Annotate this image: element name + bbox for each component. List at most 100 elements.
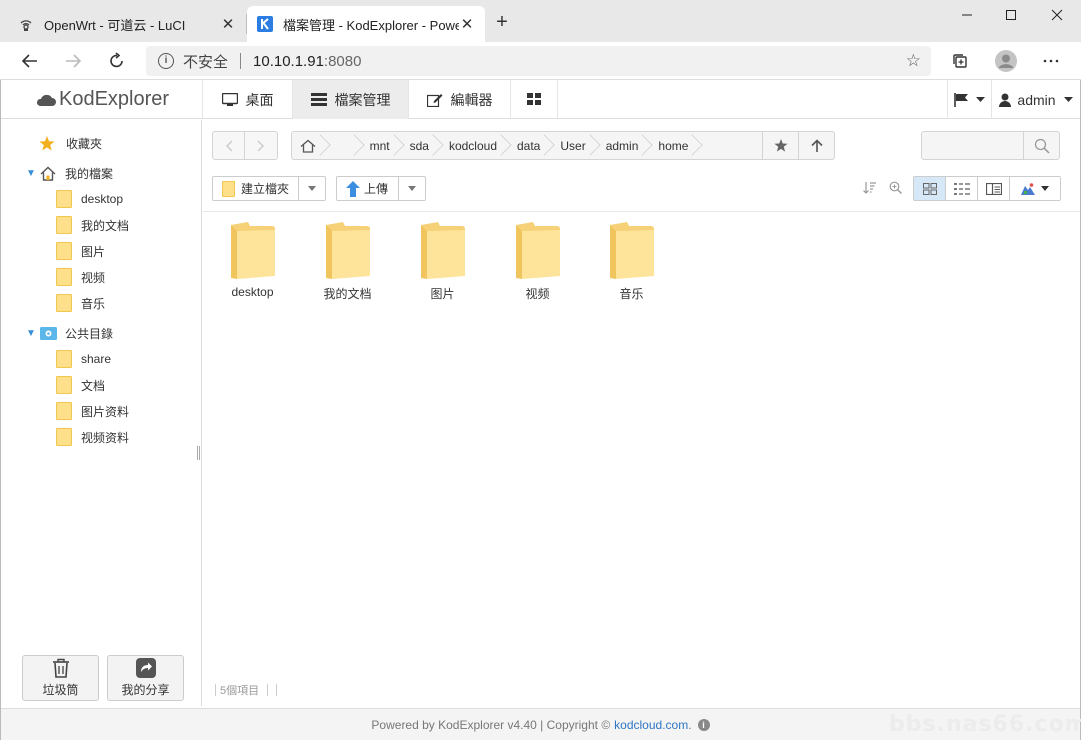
language-menu[interactable] <box>947 80 991 119</box>
folder-item[interactable]: 我的文档 <box>300 221 395 313</box>
arrow-up-icon <box>810 138 823 152</box>
new-folder-dropdown[interactable] <box>299 177 325 200</box>
sidebar-folder-item[interactable]: 图片 <box>56 239 105 263</box>
upload-main[interactable]: 上傳 <box>337 177 400 200</box>
browser-menu-button[interactable] <box>1037 48 1065 74</box>
new-folder-main[interactable]: 建立檔夾 <box>213 177 300 200</box>
folder-item[interactable]: 音乐 <box>584 221 679 313</box>
sidebar-folder-item[interactable]: 音乐 <box>56 291 105 315</box>
reload-button[interactable] <box>103 48 131 74</box>
sidebar-folder-item[interactable]: 图片资料 <box>56 399 129 423</box>
upload-button[interactable]: 上傳 <box>336 176 426 201</box>
sidebar-folder-item[interactable]: 我的文档 <box>56 213 129 237</box>
nav-tab-editor[interactable]: 編輯器 <box>408 80 510 119</box>
profile-avatar[interactable] <box>992 48 1020 74</box>
item-count: 5個項目 <box>220 685 260 697</box>
home-icon <box>300 139 316 153</box>
tab-close-icon[interactable]: ✕ <box>220 15 236 33</box>
nav-tab-desktop[interactable]: 桌面 <box>202 80 292 119</box>
grid-view-icon <box>922 182 937 195</box>
file-panel: mnt sda kodcloud data User admin home 建立… <box>203 120 1080 708</box>
breadcrumb-item[interactable]: admin <box>594 132 647 159</box>
breadcrumb-item[interactable]: data <box>505 132 548 159</box>
browser-tab-openwrt[interactable]: OpenWrt - 可道云 - LuCI ✕ <box>8 6 246 42</box>
home-icon <box>40 166 56 181</box>
user-menu[interactable]: admin <box>991 80 1080 119</box>
breadcrumb-item[interactable]: kodcloud <box>437 132 505 159</box>
new-folder-button[interactable]: 建立檔夾 <box>212 176 326 201</box>
breadcrumb-item[interactable]: mnt <box>358 132 398 159</box>
search-button[interactable] <box>1023 132 1059 159</box>
bookmark-star-icon[interactable]: ☆ <box>906 51 921 71</box>
sidebar-folder-item[interactable]: share <box>56 347 111 371</box>
browser-tab-strip: OpenWrt - 可道云 - LuCI ✕ 檔案管理 - KodExplore… <box>0 0 1081 42</box>
more-dots-icon <box>1043 59 1059 63</box>
browser-tab-kodexplorer[interactable]: 檔案管理 - KodExplorer - Powere ✕ <box>247 6 485 42</box>
chevron-down-icon[interactable]: ▼ <box>25 168 37 179</box>
folder-icon <box>420 222 465 279</box>
recycle-bin-button[interactable]: 垃圾筒 <box>22 655 99 701</box>
star-icon <box>773 139 788 152</box>
sidebar-item-label: 音乐 <box>81 296 106 311</box>
file-list: desktop 我的文档 图片 视频 音乐 <box>203 213 1080 673</box>
favorite-path-button[interactable] <box>762 132 798 159</box>
parent-folder-button[interactable] <box>798 132 834 159</box>
chevron-down-icon[interactable]: ▼ <box>25 328 37 339</box>
theme-selector-button[interactable] <box>1010 177 1060 200</box>
info-icon[interactable]: i <box>697 718 710 731</box>
my-share-button[interactable]: 我的分享 <box>107 655 184 701</box>
breadcrumb-item[interactable]: User <box>548 132 593 159</box>
address-divider <box>240 53 242 69</box>
breadcrumb-home[interactable] <box>292 132 324 159</box>
folder-icon <box>56 294 72 312</box>
history-forward-button[interactable] <box>245 132 277 159</box>
zoom-button[interactable] <box>889 181 902 197</box>
file-name: desktop <box>231 285 274 299</box>
history-back-button[interactable] <box>213 132 245 159</box>
list-view-button[interactable] <box>946 177 978 200</box>
forward-button[interactable] <box>59 48 87 74</box>
avatar-icon <box>995 50 1017 72</box>
breadcrumb-input-area[interactable] <box>696 132 762 159</box>
search-input[interactable] <box>921 131 1060 160</box>
address-bar[interactable]: i 不安全 10.10.1.91:8080 ☆ <box>146 46 931 76</box>
sidebar-item-public[interactable]: ▼ 公共目錄 <box>25 321 113 345</box>
maximize-button[interactable] <box>988 0 1034 30</box>
nav-tab-apps[interactable] <box>510 80 558 119</box>
app-top-nav: KodExplorer 桌面 檔案管理 編輯器 admin <box>1 80 1080 119</box>
folder-item[interactable]: desktop <box>205 221 300 313</box>
app-logo[interactable]: KodExplorer <box>35 88 169 111</box>
sidebar-resize-handle[interactable] <box>197 446 200 460</box>
back-button[interactable] <box>16 48 44 74</box>
close-window-button[interactable] <box>1034 0 1080 30</box>
tab-close-icon[interactable]: ✕ <box>459 15 475 33</box>
upload-dropdown[interactable] <box>399 177 425 200</box>
folder-item[interactable]: 视频 <box>490 221 585 313</box>
breadcrumb-root[interactable] <box>324 132 358 159</box>
kodexplorer-favicon-icon <box>257 16 273 32</box>
sidebar-item-label: 图片资料 <box>81 404 130 419</box>
folder-icon <box>56 242 72 260</box>
footer-link[interactable]: kodcloud.com <box>614 718 688 732</box>
sidebar-folder-item[interactable]: 文档 <box>56 373 105 397</box>
breadcrumb-item[interactable]: home <box>646 132 696 159</box>
sidebar-folder-item[interactable]: desktop <box>56 187 123 211</box>
breadcrumb-actions <box>762 132 834 159</box>
sidebar-item-my-files[interactable]: ▼ 我的檔案 <box>25 161 113 185</box>
minimize-button[interactable] <box>944 0 990 30</box>
sort-button[interactable] <box>863 181 877 197</box>
star-icon <box>39 135 55 150</box>
new-tab-button[interactable]: + <box>490 10 514 36</box>
collections-button[interactable] <box>946 48 974 74</box>
breadcrumb-item[interactable]: sda <box>398 132 437 159</box>
icon-view-button[interactable] <box>914 177 946 200</box>
share-icon <box>135 658 156 678</box>
sidebar-folder-item[interactable]: 视频资料 <box>56 425 129 449</box>
sidebar-folder-item[interactable]: 视频 <box>56 265 105 289</box>
sidebar-item-label: 收藏夾 <box>66 136 103 151</box>
split-view-button[interactable] <box>978 177 1010 200</box>
sidebar-item-favorites[interactable]: 收藏夾 <box>39 131 102 155</box>
site-info-icon[interactable]: i <box>158 53 174 69</box>
nav-tab-file-manager[interactable]: 檔案管理 <box>292 80 408 119</box>
folder-item[interactable]: 图片 <box>395 221 490 313</box>
